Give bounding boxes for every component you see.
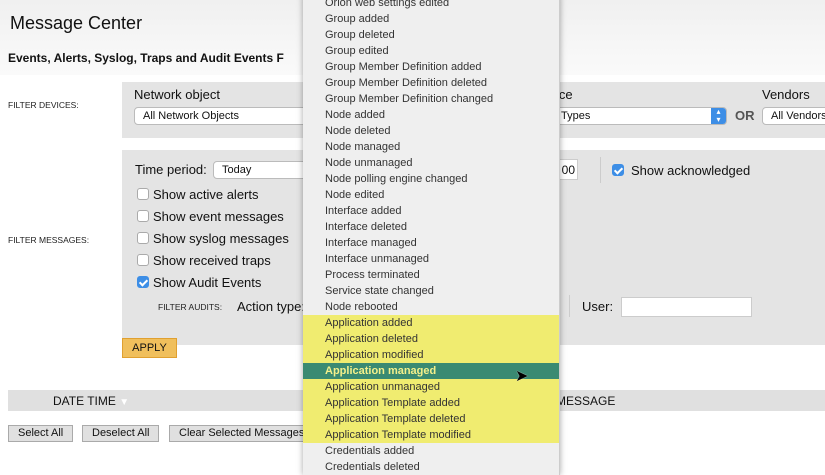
page-title: Message Center [10, 13, 143, 33]
dropdown-item[interactable]: Application deleted [303, 331, 559, 347]
checkbox-checked-icon [612, 164, 624, 176]
dropdown-item[interactable]: Node edited [303, 187, 559, 203]
dropdown-item[interactable]: Application Template modified [303, 427, 559, 443]
checkbox-show-received-traps[interactable]: Show received traps [137, 249, 289, 271]
checkbox-show-syslog-messages[interactable]: Show syslog messages [137, 227, 289, 249]
apply-button[interactable]: APPLY [122, 338, 177, 358]
dropdown-item[interactable]: Interface unmanaged [303, 251, 559, 267]
dropdown-item[interactable]: Node deleted [303, 123, 559, 139]
network-object-label: Network object [134, 87, 220, 102]
clear-selected-messages-button[interactable]: Clear Selected Messages [169, 425, 309, 442]
column-header-datetime[interactable]: DATE TIME ▼ [53, 394, 129, 408]
checkbox-checked-icon [137, 276, 149, 288]
dropdown-item[interactable]: Node polling engine changed [303, 171, 559, 187]
checkbox-label: Show syslog messages [153, 230, 289, 246]
dropdown-item[interactable]: Application added [303, 315, 559, 331]
vendors-label: Vendors [762, 87, 810, 102]
checkbox-show-active-alerts[interactable]: Show active alerts [137, 183, 289, 205]
checkbox-icon [137, 210, 149, 222]
sort-down-icon: ▼ [119, 397, 130, 408]
checkbox-label: Show received traps [153, 252, 271, 268]
dropdown-item[interactable]: Orion web settings edited [303, 0, 559, 11]
user-input[interactable] [621, 297, 752, 317]
dropdown-item[interactable]: Application Template added [303, 395, 559, 411]
checkbox-label: Show event messages [153, 208, 284, 224]
page-subtitle: Events, Alerts, Syslog, Traps and Audit … [8, 51, 284, 65]
dropdown-item[interactable]: Node unmanaged [303, 155, 559, 171]
mouse-cursor-icon: ➤ [515, 368, 529, 385]
dropdown-item[interactable]: Interface managed [303, 235, 559, 251]
dropdown-item[interactable]: Application Template deleted [303, 411, 559, 427]
dropdown-item[interactable]: Node managed [303, 139, 559, 155]
action-type-dropdown[interactable]: Orion web settings edited Group added Grou… [303, 0, 560, 475]
action-type-label: Action type: [237, 299, 305, 314]
show-acknowledged-checkbox[interactable]: Show acknowledged [612, 159, 750, 181]
network-object-select[interactable]: All Network Objects [134, 107, 314, 125]
dropdown-item[interactable]: Interface deleted [303, 219, 559, 235]
dropdown-item[interactable]: Process terminated [303, 267, 559, 283]
dropdown-item[interactable]: Group deleted [303, 27, 559, 43]
vendors-select[interactable]: All Vendors [762, 107, 825, 125]
column-datetime-label: DATE TIME [53, 394, 116, 408]
checkbox-icon [137, 254, 149, 266]
checkbox-show-audit-events[interactable]: Show Audit Events [137, 271, 289, 293]
dropdown-item[interactable]: Service state changed [303, 283, 559, 299]
dropdown-item[interactable]: Application modified [303, 347, 559, 363]
select-all-button[interactable]: Select All [8, 425, 74, 442]
dropdown-item[interactable]: Group edited [303, 43, 559, 59]
filter-messages-label: FILTER MESSAGES: [8, 235, 90, 245]
device-type-value: Types [561, 110, 591, 122]
divider [600, 157, 601, 183]
dropdown-item[interactable]: Interface added [303, 203, 559, 219]
stepper-icon: ▴ ▾ [711, 108, 726, 124]
show-acknowledged-label: Show acknowledged [631, 162, 751, 178]
device-type-select[interactable]: Types ▴ ▾ [540, 107, 727, 125]
time-period-select[interactable]: Today [213, 161, 313, 179]
dropdown-item[interactable]: Group added [303, 11, 559, 27]
divider [569, 295, 570, 317]
dropdown-item[interactable]: Group Member Definition added [303, 59, 559, 75]
time-period-label: Time period: [135, 162, 207, 177]
dropdown-item[interactable]: Node added [303, 107, 559, 123]
dropdown-item[interactable]: Node rebooted [303, 299, 559, 315]
user-label: User: [582, 299, 614, 314]
checkbox-label: Show Audit Events [153, 274, 262, 290]
dropdown-item[interactable]: Credentials added [303, 443, 559, 459]
filter-devices-label: FILTER DEVICES: [8, 100, 79, 110]
checkbox-show-event-messages[interactable]: Show event messages [137, 205, 289, 227]
deselect-all-button[interactable]: Deselect All [82, 425, 160, 442]
dropdown-item[interactable]: Group Member Definition changed [303, 91, 559, 107]
filter-audits-label: FILTER AUDITS: [158, 302, 223, 312]
checkbox-icon [137, 232, 149, 244]
dropdown-item[interactable]: Credentials deleted [303, 459, 559, 475]
or-label: OR [735, 108, 755, 123]
dropdown-item[interactable]: Group Member Definition deleted [303, 75, 559, 91]
checkbox-label: Show active alerts [153, 186, 259, 202]
column-header-message[interactable]: MESSAGE [556, 394, 615, 408]
checkbox-icon [137, 188, 149, 200]
